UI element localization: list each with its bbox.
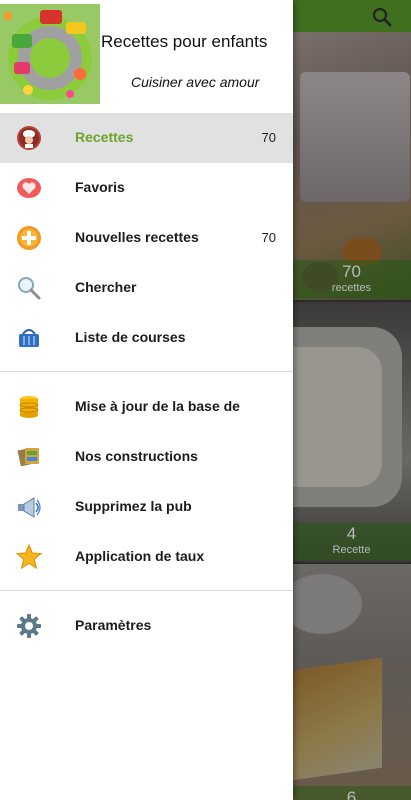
menu-item-chercher[interactable]: Chercher [0, 263, 293, 313]
tile-label: Recette [332, 544, 371, 556]
app-title: Recettes pour enfants [101, 32, 268, 51]
basket-icon [16, 325, 42, 351]
star-icon [15, 543, 43, 570]
app-logo [0, 4, 100, 104]
chef-icon [16, 125, 42, 151]
menu-divider [0, 371, 293, 372]
menu-item-label: Recettes [75, 129, 134, 145]
recipe-tile[interactable]: 4 Recette [292, 302, 411, 562]
menu-item-nos-constructions[interactable]: Nos constructions [0, 432, 293, 482]
navigation-drawer: Recettes pour enfants Cuisiner avec amou… [0, 0, 293, 800]
apps-icon [16, 444, 42, 470]
menu-item-label: Application de taux [75, 548, 205, 564]
menu-item-supprimez-la-pub[interactable]: Supprimez la pub [0, 482, 293, 532]
recipe-tile[interactable]: 70 recettes [292, 32, 411, 300]
recipe-photo-detail [292, 347, 382, 487]
megaphone-icon [16, 494, 42, 520]
database-icon [16, 394, 42, 420]
menu-item-recettes[interactable]: Recettes 70 [0, 113, 293, 163]
tile-badge: 4 Recette [292, 522, 411, 560]
recipe-tile[interactable]: 6 [292, 564, 411, 800]
tile-count: 6 [346, 788, 357, 800]
recipe-photo-detail [292, 657, 382, 781]
search-icon [16, 275, 42, 301]
menu-item-parametres[interactable]: Paramètres [0, 601, 293, 651]
tile-count: 70 [342, 262, 361, 281]
tile-badge: 70 recettes [292, 260, 411, 298]
menu-item-nouvelles-recettes[interactable]: Nouvelles recettes 70 [0, 213, 293, 263]
tile-count: 4 [346, 524, 357, 543]
tile-badge: 6 [292, 786, 411, 800]
menu-item-label: Nos constructions [75, 448, 198, 464]
menu-item-label: Chercher [75, 279, 137, 295]
menu-item-label: Liste de courses [75, 329, 186, 345]
heart-icon [16, 175, 42, 201]
toolbar-search-icon[interactable] [371, 6, 393, 28]
menu-item-label: Supprimez la pub [75, 498, 192, 514]
plus-circle-icon [16, 225, 42, 251]
menu-item-label: Favoris [75, 179, 125, 195]
menu-item-count: 70 [261, 230, 276, 245]
drawer-header: Recettes pour enfants Cuisiner avec amou… [0, 0, 293, 110]
menu-item-count: 70 [261, 130, 276, 145]
menu-item-label: Mise à jour de la base de [75, 398, 240, 414]
menu-item-liste-de-courses[interactable]: Liste de courses [0, 313, 293, 363]
app-subtitle: Cuisiner avec amour [131, 74, 260, 90]
menu-item-label: Nouvelles recettes [75, 229, 199, 245]
recipe-photo [292, 574, 362, 634]
recipe-photo [300, 72, 410, 202]
menu-item-favoris[interactable]: Favoris [0, 163, 293, 213]
gear-icon [16, 613, 42, 639]
menu-item-label: Paramètres [75, 617, 152, 633]
menu-divider [0, 590, 293, 591]
menu-item-mise-a-jour[interactable]: Mise à jour de la base de [0, 382, 293, 432]
menu-item-application-de-taux[interactable]: Application de taux [0, 532, 293, 582]
tile-label: recettes [331, 282, 372, 294]
